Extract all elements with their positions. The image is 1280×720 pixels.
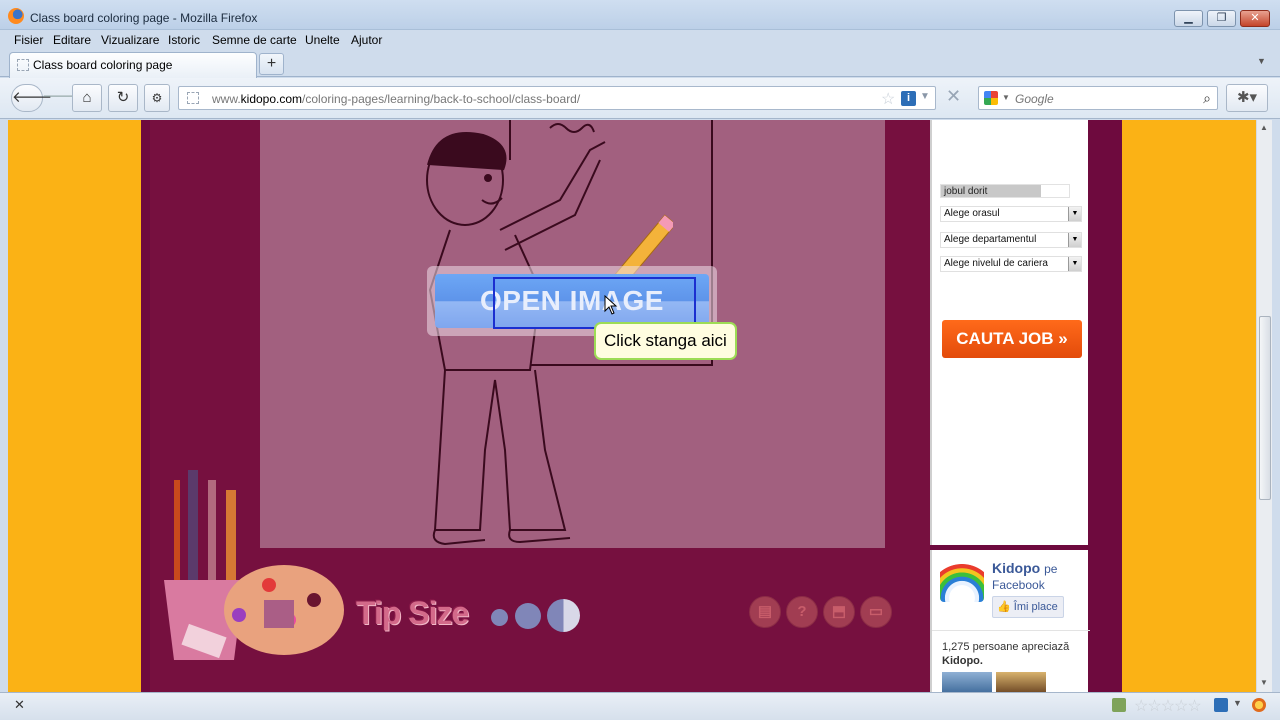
page-scrollbar[interactable]: ▲ ▼ (1256, 120, 1272, 692)
tip-size-large[interactable] (547, 599, 580, 632)
print-tool-icon[interactable]: ▤ (749, 596, 781, 628)
title-bar: Class board coloring page - Mozilla Fire… (0, 0, 1280, 30)
home-button[interactable]: ⌂ (72, 84, 102, 112)
menu-vizualizare[interactable]: Vizualizare (101, 33, 159, 47)
like-label: Îmi place (1013, 601, 1058, 613)
firefox-status-icon[interactable] (1252, 698, 1266, 712)
search-icon[interactable]: ⌕ (1203, 90, 1211, 107)
menu-bar: Fisier Editare Vizualizare Istoric Semne… (0, 30, 1280, 50)
close-addon-bar-icon[interactable]: ✕ (14, 697, 25, 713)
navigation-bar: 🡐 🡒 ⌂ ↻ ⚙ www.kidopo.com/coloring-pages/… (0, 78, 1280, 119)
stop-icon[interactable]: ✕ (946, 86, 961, 107)
addon-status-icon[interactable] (1112, 698, 1126, 712)
chevron-down-icon: ▼ (1068, 233, 1081, 247)
department-select[interactable]: Alege departamentul ▼ (940, 232, 1082, 248)
search-bar[interactable]: ▼ Google ⌕ (978, 86, 1218, 110)
city-select[interactable]: Alege orasul ▼ (940, 206, 1082, 222)
search-placeholder[interactable]: Google (1015, 92, 1054, 106)
fb-pe: pe (1044, 562, 1058, 576)
tip-size-label: Tip Size (356, 595, 469, 631)
menu-editare[interactable]: Editare (53, 33, 91, 47)
url-bar[interactable]: www.kidopo.com/coloring-pages/learning/b… (178, 86, 936, 110)
art-supplies-illustration (164, 470, 344, 660)
tab-class-board[interactable]: Class board coloring page (9, 52, 257, 78)
click-tooltip: Click stanga aici (594, 322, 737, 360)
fan-avatar[interactable] (942, 672, 992, 692)
google-icon[interactable] (984, 91, 998, 105)
tip-size-small[interactable] (491, 609, 508, 626)
thumbs-up-icon: 👍 (997, 601, 1011, 613)
fb-network[interactable]: Facebook (992, 578, 1045, 592)
menu-fisier[interactable]: Fisier (14, 33, 43, 47)
folder-tool-icon[interactable]: ▭ (860, 596, 892, 628)
menu-semne-de-carte[interactable]: Semne de carte (212, 33, 297, 47)
like-button[interactable]: 👍 Îmi place (992, 596, 1064, 618)
mouse-cursor-icon (604, 295, 618, 315)
menu-ajutor[interactable]: Ajutor (351, 33, 382, 47)
bookmark-star-icon[interactable]: ☆ (881, 89, 895, 109)
forward-button[interactable]: 🡒 (42, 84, 82, 112)
addon-x-icon[interactable] (1214, 698, 1228, 712)
status-bar: ✕ ☆☆☆☆☆ ▼ (0, 692, 1280, 720)
rating-stars-icon[interactable]: ☆☆☆☆☆ (1134, 696, 1202, 716)
help-tool-icon[interactable]: ? (786, 596, 818, 628)
fan-avatar[interactable] (996, 672, 1046, 692)
new-tab-button[interactable]: + (259, 53, 284, 75)
fb-count-page: Kidopo. (942, 655, 983, 667)
facebook-like-box: Kidopo pe Facebook 👍 Îmi place 1,275 per… (930, 550, 1090, 692)
fb-page-name[interactable]: Kidopo (992, 560, 1040, 576)
tab-list-icon[interactable]: ▼ (1257, 56, 1266, 66)
back-button[interactable]: 🡐 (11, 84, 52, 112)
menu-unelte[interactable]: Unelte (305, 33, 340, 47)
search-job-button[interactable]: CAUTA JOB » (942, 320, 1082, 358)
fb-page-title: Kidopo pe (992, 560, 1057, 576)
reload-button[interactable]: ↻ (108, 84, 138, 112)
scroll-down-icon[interactable]: ▼ (1260, 678, 1268, 687)
url-text[interactable]: www.kidopo.com/coloring-pages/learning/b… (212, 92, 580, 106)
fb-count-text: 1,275 persoane apreciază (942, 641, 1070, 653)
url-history-dropdown-icon[interactable]: ▼ (920, 91, 930, 102)
search-engine-dropdown-icon[interactable]: ▼ (1002, 93, 1010, 102)
career-level-select[interactable]: Alege nivelul de cariera ▼ (940, 256, 1082, 272)
addon-icon[interactable]: ⚙ (144, 84, 170, 112)
addon-bar-button[interactable]: ✱▾ (1226, 84, 1268, 112)
kidopo-logo[interactable] (940, 562, 984, 602)
minimize-button[interactable]: ▁ (1174, 10, 1203, 27)
site-identity-icon[interactable] (187, 92, 199, 104)
close-window-button[interactable]: ✕ (1240, 10, 1270, 27)
maximize-button[interactable]: ❐ (1207, 10, 1236, 27)
scroll-up-icon[interactable]: ▲ (1260, 123, 1268, 132)
info-icon[interactable]: i (901, 91, 916, 106)
chevron-down-icon: ▼ (1068, 257, 1081, 271)
fb-count: 1,275 persoane apreciază Kidopo. (942, 640, 1069, 668)
save-tool-icon[interactable]: ⬒ (823, 596, 855, 628)
tip-size-medium[interactable] (515, 603, 541, 629)
tab-label: Class board coloring page (33, 58, 173, 72)
chevron-down-icon: ▼ (1068, 207, 1081, 221)
divider (932, 630, 1090, 631)
job-search-widget: jobul dorit Alege orasul ▼ Alege departam… (930, 120, 1088, 545)
window-frame (1272, 120, 1280, 720)
web-content: OPEN IMAGE Click stanga aici Tip Size ▤ … (8, 120, 1256, 692)
scroll-thumb[interactable] (1259, 316, 1271, 500)
tab-bar: Class board coloring page + ▼ (0, 50, 1280, 78)
menu-istoric[interactable]: Istoric (168, 33, 200, 47)
firefox-logo-icon (8, 8, 24, 24)
job-input[interactable]: jobul dorit (940, 184, 1070, 198)
window-title: Class board coloring page - Mozilla Fire… (30, 11, 258, 25)
chevron-down-icon[interactable]: ▼ (1233, 698, 1247, 712)
page-favicon-icon (17, 59, 29, 71)
